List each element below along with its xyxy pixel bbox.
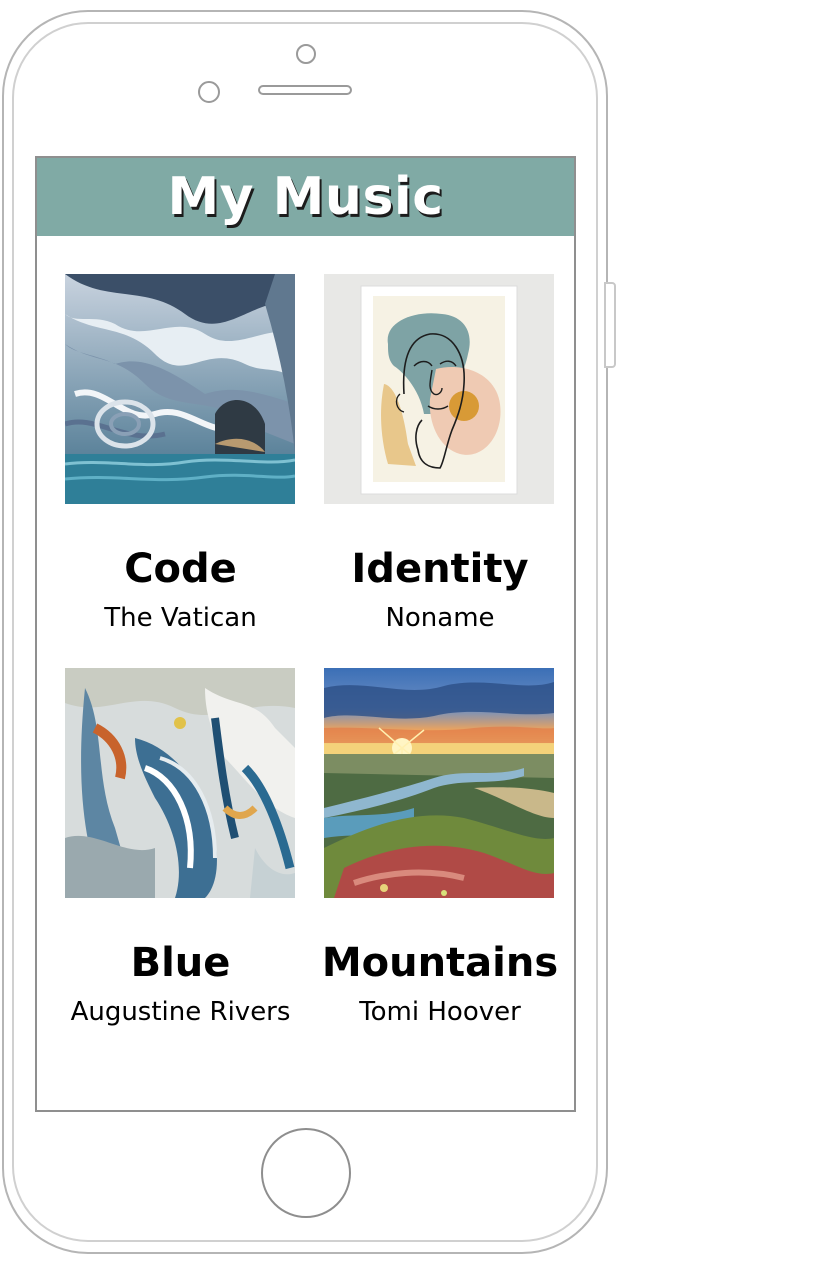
abstract-blue-painting-image	[65, 668, 295, 898]
marble-caves-image	[65, 274, 295, 504]
sunset-valley-image	[324, 668, 554, 898]
album-cover-blue[interactable]	[65, 668, 295, 898]
phone-screen: My Music Code The Vatican Identity Nonam…	[35, 156, 576, 1112]
album-artist-identity: Noname	[385, 603, 495, 633]
app-header: My Music	[37, 158, 574, 236]
front-camera-icon	[296, 44, 316, 64]
album-cover-identity[interactable]	[324, 274, 554, 504]
album-title-identity: Identity	[351, 546, 529, 592]
album-artist-code: The Vatican	[104, 603, 257, 633]
album-title-code: Code	[124, 546, 237, 592]
album-artist-mountains: Tomi Hoover	[359, 997, 521, 1027]
line-art-face-image	[324, 274, 554, 504]
album-cover-code[interactable]	[65, 274, 295, 504]
album-title-blue: Blue	[130, 940, 231, 986]
album-cover-mountains[interactable]	[324, 668, 554, 898]
power-button	[604, 282, 616, 368]
album-title-mountains: Mountains	[321, 940, 559, 986]
sensor-icon	[198, 81, 220, 103]
earpiece-speaker	[258, 85, 352, 95]
album-artist-blue: Augustine Rivers	[70, 997, 291, 1027]
home-button[interactable]	[261, 1128, 351, 1218]
page-title: My Music	[167, 167, 444, 227]
